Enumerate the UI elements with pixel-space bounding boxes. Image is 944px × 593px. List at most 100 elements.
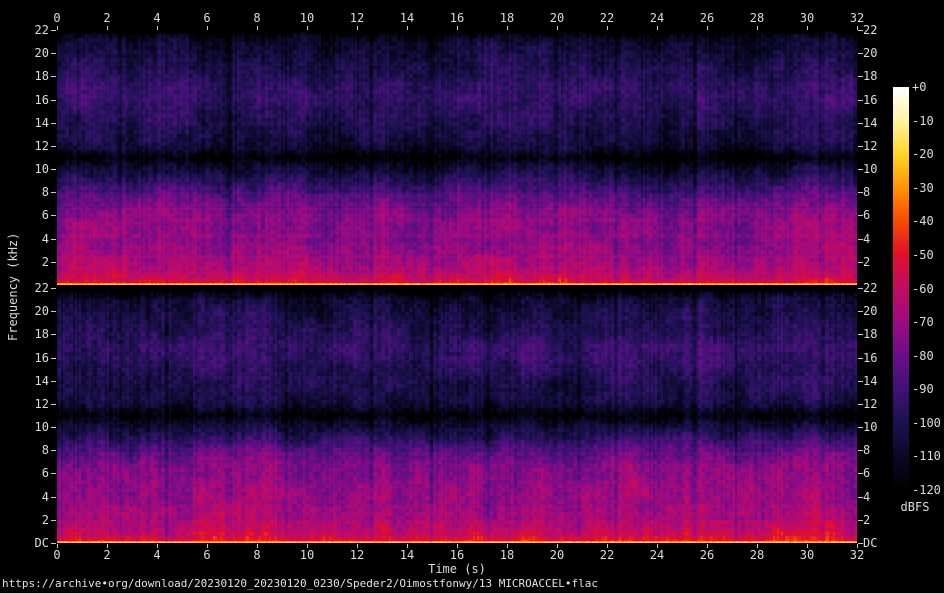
frequency-tick-mark <box>51 381 56 382</box>
frequency-tick-mark <box>858 53 863 54</box>
frequency-tick-mark <box>858 76 863 77</box>
time-tick-mark <box>207 544 208 548</box>
colorbar-tick-label: -20 <box>912 147 934 161</box>
frequency-tick-mark <box>858 473 863 474</box>
time-tick-label: 10 <box>287 11 327 25</box>
frequency-tick-mark <box>858 169 863 170</box>
time-tick-label: 4 <box>137 11 177 25</box>
frequency-tick-mark <box>51 239 56 240</box>
frequency-tick-label: 12 <box>863 139 877 153</box>
time-tick-mark <box>357 544 358 548</box>
frequency-tick-mark <box>51 192 56 193</box>
frequency-tick-mark <box>858 192 863 193</box>
time-tick-label: 18 <box>487 11 527 25</box>
frequency-tick-label: 8 <box>863 185 870 199</box>
frequency-tick-mark <box>858 146 863 147</box>
frequency-tick-label: DC <box>863 536 877 550</box>
colorbar-tick-label: -90 <box>912 382 934 396</box>
time-tick-label: 14 <box>387 548 427 562</box>
time-tick-mark <box>707 544 708 548</box>
spectrogram-channel-2 <box>57 288 857 543</box>
colorbar-tick-label: -70 <box>912 315 934 329</box>
frequency-tick-label: 4 <box>0 490 49 504</box>
colorbar-unit-label: dBFS <box>893 500 937 514</box>
frequency-tick-mark <box>51 427 56 428</box>
time-tick-mark <box>407 544 408 548</box>
frequency-tick-label: 16 <box>0 351 49 365</box>
frequency-tick-mark <box>858 288 863 289</box>
time-tick-label: 4 <box>137 548 177 562</box>
time-tick-label: 22 <box>587 548 627 562</box>
frequency-tick-label: 14 <box>863 374 877 388</box>
time-tick-label: 20 <box>537 11 577 25</box>
frequency-tick-mark <box>51 311 56 312</box>
frequency-tick-label: 18 <box>863 327 877 341</box>
time-tick-label: 12 <box>337 11 377 25</box>
frequency-tick-label: 12 <box>863 397 877 411</box>
frequency-tick-mark <box>51 404 56 405</box>
frequency-tick-mark <box>51 30 56 31</box>
frequency-tick-label: 16 <box>863 351 877 365</box>
frequency-tick-mark <box>858 262 863 263</box>
frequency-tick-mark <box>858 450 863 451</box>
frequency-tick-label: 2 <box>863 255 870 269</box>
spectrogram-channel-1 <box>57 30 857 285</box>
time-tick-mark <box>457 544 458 548</box>
time-axis-label: Time (s) <box>407 562 507 576</box>
time-tick-label: 20 <box>537 548 577 562</box>
frequency-tick-label: 4 <box>863 490 870 504</box>
time-tick-label: 2 <box>87 11 127 25</box>
colorbar-tick-label: -100 <box>912 416 941 430</box>
time-tick-label: 24 <box>637 548 677 562</box>
time-tick-label: 26 <box>687 11 727 25</box>
frequency-tick-label: DC <box>0 536 49 550</box>
time-tick-label: 28 <box>737 11 777 25</box>
frequency-tick-label: 6 <box>0 208 49 222</box>
frequency-tick-mark <box>858 123 863 124</box>
frequency-tick-mark <box>51 100 56 101</box>
colorbar-tick-label: -10 <box>912 114 934 128</box>
frequency-tick-label: 16 <box>863 93 877 107</box>
frequency-tick-mark <box>858 215 863 216</box>
frequency-tick-label: 22 <box>0 281 49 295</box>
time-tick-label: 16 <box>437 548 477 562</box>
frequency-tick-mark <box>51 520 56 521</box>
frequency-tick-mark <box>51 76 56 77</box>
frequency-tick-label: 14 <box>0 374 49 388</box>
colorbar-tick-label: -30 <box>912 181 934 195</box>
frequency-tick-label: 16 <box>0 93 49 107</box>
frequency-tick-label: 8 <box>0 185 49 199</box>
frequency-tick-label: 4 <box>0 232 49 246</box>
frequency-tick-label: 20 <box>0 46 49 60</box>
frequency-tick-label: 20 <box>863 304 877 318</box>
frequency-tick-mark <box>858 381 863 382</box>
time-tick-mark <box>507 544 508 548</box>
colorbar-tick-label: -50 <box>912 248 934 262</box>
frequency-tick-label: 10 <box>863 162 877 176</box>
colorbar-tick-label: -60 <box>912 282 934 296</box>
frequency-tick-mark <box>51 358 56 359</box>
frequency-tick-mark <box>858 497 863 498</box>
frequency-tick-label: 22 <box>863 23 877 37</box>
colorbar-tick-label: -40 <box>912 214 934 228</box>
frequency-tick-mark <box>51 450 56 451</box>
colorbar-tick-label: +0 <box>912 80 926 94</box>
frequency-tick-mark <box>858 334 863 335</box>
frequency-tick-label: 6 <box>0 466 49 480</box>
time-tick-mark <box>57 544 58 548</box>
frequency-tick-label: 18 <box>0 327 49 341</box>
frequency-tick-mark <box>858 427 863 428</box>
time-tick-label: 16 <box>437 11 477 25</box>
frequency-tick-mark <box>51 473 56 474</box>
frequency-tick-label: 8 <box>0 443 49 457</box>
frequency-tick-label: 2 <box>0 255 49 269</box>
frequency-tick-label: 18 <box>0 69 49 83</box>
frequency-tick-label: 10 <box>0 162 49 176</box>
frequency-tick-label: 8 <box>863 443 870 457</box>
colorbar-tick-label: -120 <box>912 483 941 497</box>
frequency-tick-label: 22 <box>863 281 877 295</box>
frequency-tick-mark <box>858 404 863 405</box>
frequency-tick-label: 22 <box>0 23 49 37</box>
frequency-tick-mark <box>51 146 56 147</box>
time-tick-label: 22 <box>587 11 627 25</box>
